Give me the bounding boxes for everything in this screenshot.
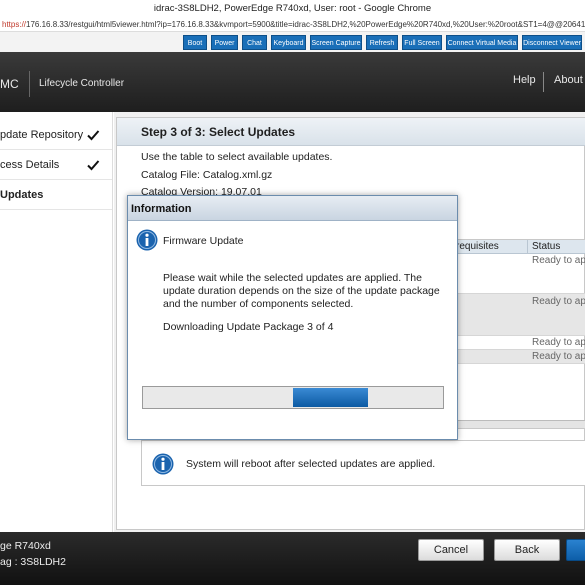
column-header-prerequisites[interactable]: requisites — [448, 240, 528, 254]
wizard-sidebar: pdate Repository cess Details Updates — [0, 112, 113, 532]
url-text: 176.16.8.33/restgui/html5viewer.html?ip=… — [26, 20, 585, 29]
checkmark-icon — [87, 160, 100, 171]
footer: ge R740xd ag : 3S8LDH2 Cancel Back — [0, 532, 585, 585]
dialog-title: Information — [131, 203, 192, 215]
info-icon — [152, 453, 174, 475]
disconnect-viewer-button[interactable]: Disconnect Viewer — [522, 35, 582, 50]
sidebar-item-label: cess Details — [0, 159, 60, 171]
horizontal-scrollbar[interactable] — [448, 420, 585, 428]
header-separator — [543, 72, 544, 92]
connect-virtual-media-button[interactable]: Connect Virtual Media — [446, 35, 518, 50]
cancel-button[interactable]: Cancel — [418, 539, 484, 561]
information-dialog: Information Firmware Update Please wait … — [127, 195, 458, 440]
status-cell: Ready to appl — [532, 337, 585, 348]
app-header: MC Lifecycle Controller Help About — [0, 52, 585, 112]
dialog-message: Please wait while the selected updates a… — [163, 272, 440, 310]
table-row[interactable]: Ready to appl — [448, 350, 585, 364]
dialog-heading: Firmware Update — [163, 235, 244, 247]
boot-button[interactable]: Boot — [183, 35, 207, 50]
system-model: ge R740xd — [0, 540, 51, 552]
sidebar-item-access-details[interactable]: cess Details — [0, 150, 112, 180]
help-link[interactable]: Help — [513, 74, 536, 86]
finish-button[interactable] — [566, 539, 585, 561]
sidebar-item-label: pdate Repository — [0, 129, 84, 141]
screen-capture-button[interactable]: Screen Capture — [310, 35, 362, 50]
table-row[interactable]: Ready to appl — [448, 254, 585, 294]
reboot-note: System will reboot after selected update… — [141, 440, 585, 486]
progress-bar-fill — [293, 388, 368, 407]
url-scheme: https:// — [2, 20, 27, 29]
download-status: Downloading Update Package 3 of 4 — [163, 321, 334, 333]
back-button[interactable]: Back — [494, 539, 560, 561]
service-tag: ag : 3S8LDH2 — [0, 556, 66, 568]
instruction-text: Use the table to select available update… — [141, 151, 333, 163]
status-cell: Ready to appl — [532, 296, 585, 307]
table-row[interactable]: Ready to appl — [448, 294, 585, 336]
about-link[interactable]: About — [554, 74, 583, 86]
catalog-file: Catalog File: Catalog.xml.gz — [141, 169, 273, 181]
address-bar[interactable]: https://176.16.8.33/restgui/html5viewer.… — [0, 17, 585, 32]
power-button[interactable]: Power — [211, 35, 238, 50]
sidebar-item-select-updates[interactable]: Updates — [0, 180, 112, 210]
sidebar-item-update-repository[interactable]: pdate Repository — [0, 120, 112, 150]
keyboard-button[interactable]: Keyboard — [271, 35, 306, 50]
reboot-note-text: System will reboot after selected update… — [186, 458, 436, 470]
updates-table: requisites Status Ready to appl Ready to… — [447, 239, 585, 429]
table-row[interactable]: Ready to appl — [448, 336, 585, 350]
step-title-bar: Step 3 of 3: Select Updates — [117, 118, 585, 146]
status-cell: Ready to appl — [532, 255, 585, 266]
refresh-button[interactable]: Refresh — [366, 35, 398, 50]
column-header-status[interactable]: Status — [528, 240, 585, 254]
info-icon — [136, 229, 158, 251]
brand-logo: MC — [0, 77, 19, 91]
sidebar-item-label: Updates — [0, 189, 44, 201]
viewer-toolbar: Boot Power Chat Keyboard Screen Capture … — [0, 32, 585, 52]
progress-bar — [142, 386, 444, 409]
app-title: Lifecycle Controller — [39, 78, 125, 89]
chat-button[interactable]: Chat — [242, 35, 267, 50]
checkmark-icon — [87, 130, 100, 141]
page-title: Step 3 of 3: Select Updates — [141, 125, 296, 139]
status-cell: Ready to appl — [532, 351, 585, 362]
header-divider — [29, 71, 30, 97]
full-screen-button[interactable]: Full Screen — [402, 35, 442, 50]
dialog-title-bar[interactable]: Information — [128, 196, 457, 221]
window-title: idrac-3S8LDH2, PowerEdge R740xd, User: r… — [0, 0, 585, 17]
